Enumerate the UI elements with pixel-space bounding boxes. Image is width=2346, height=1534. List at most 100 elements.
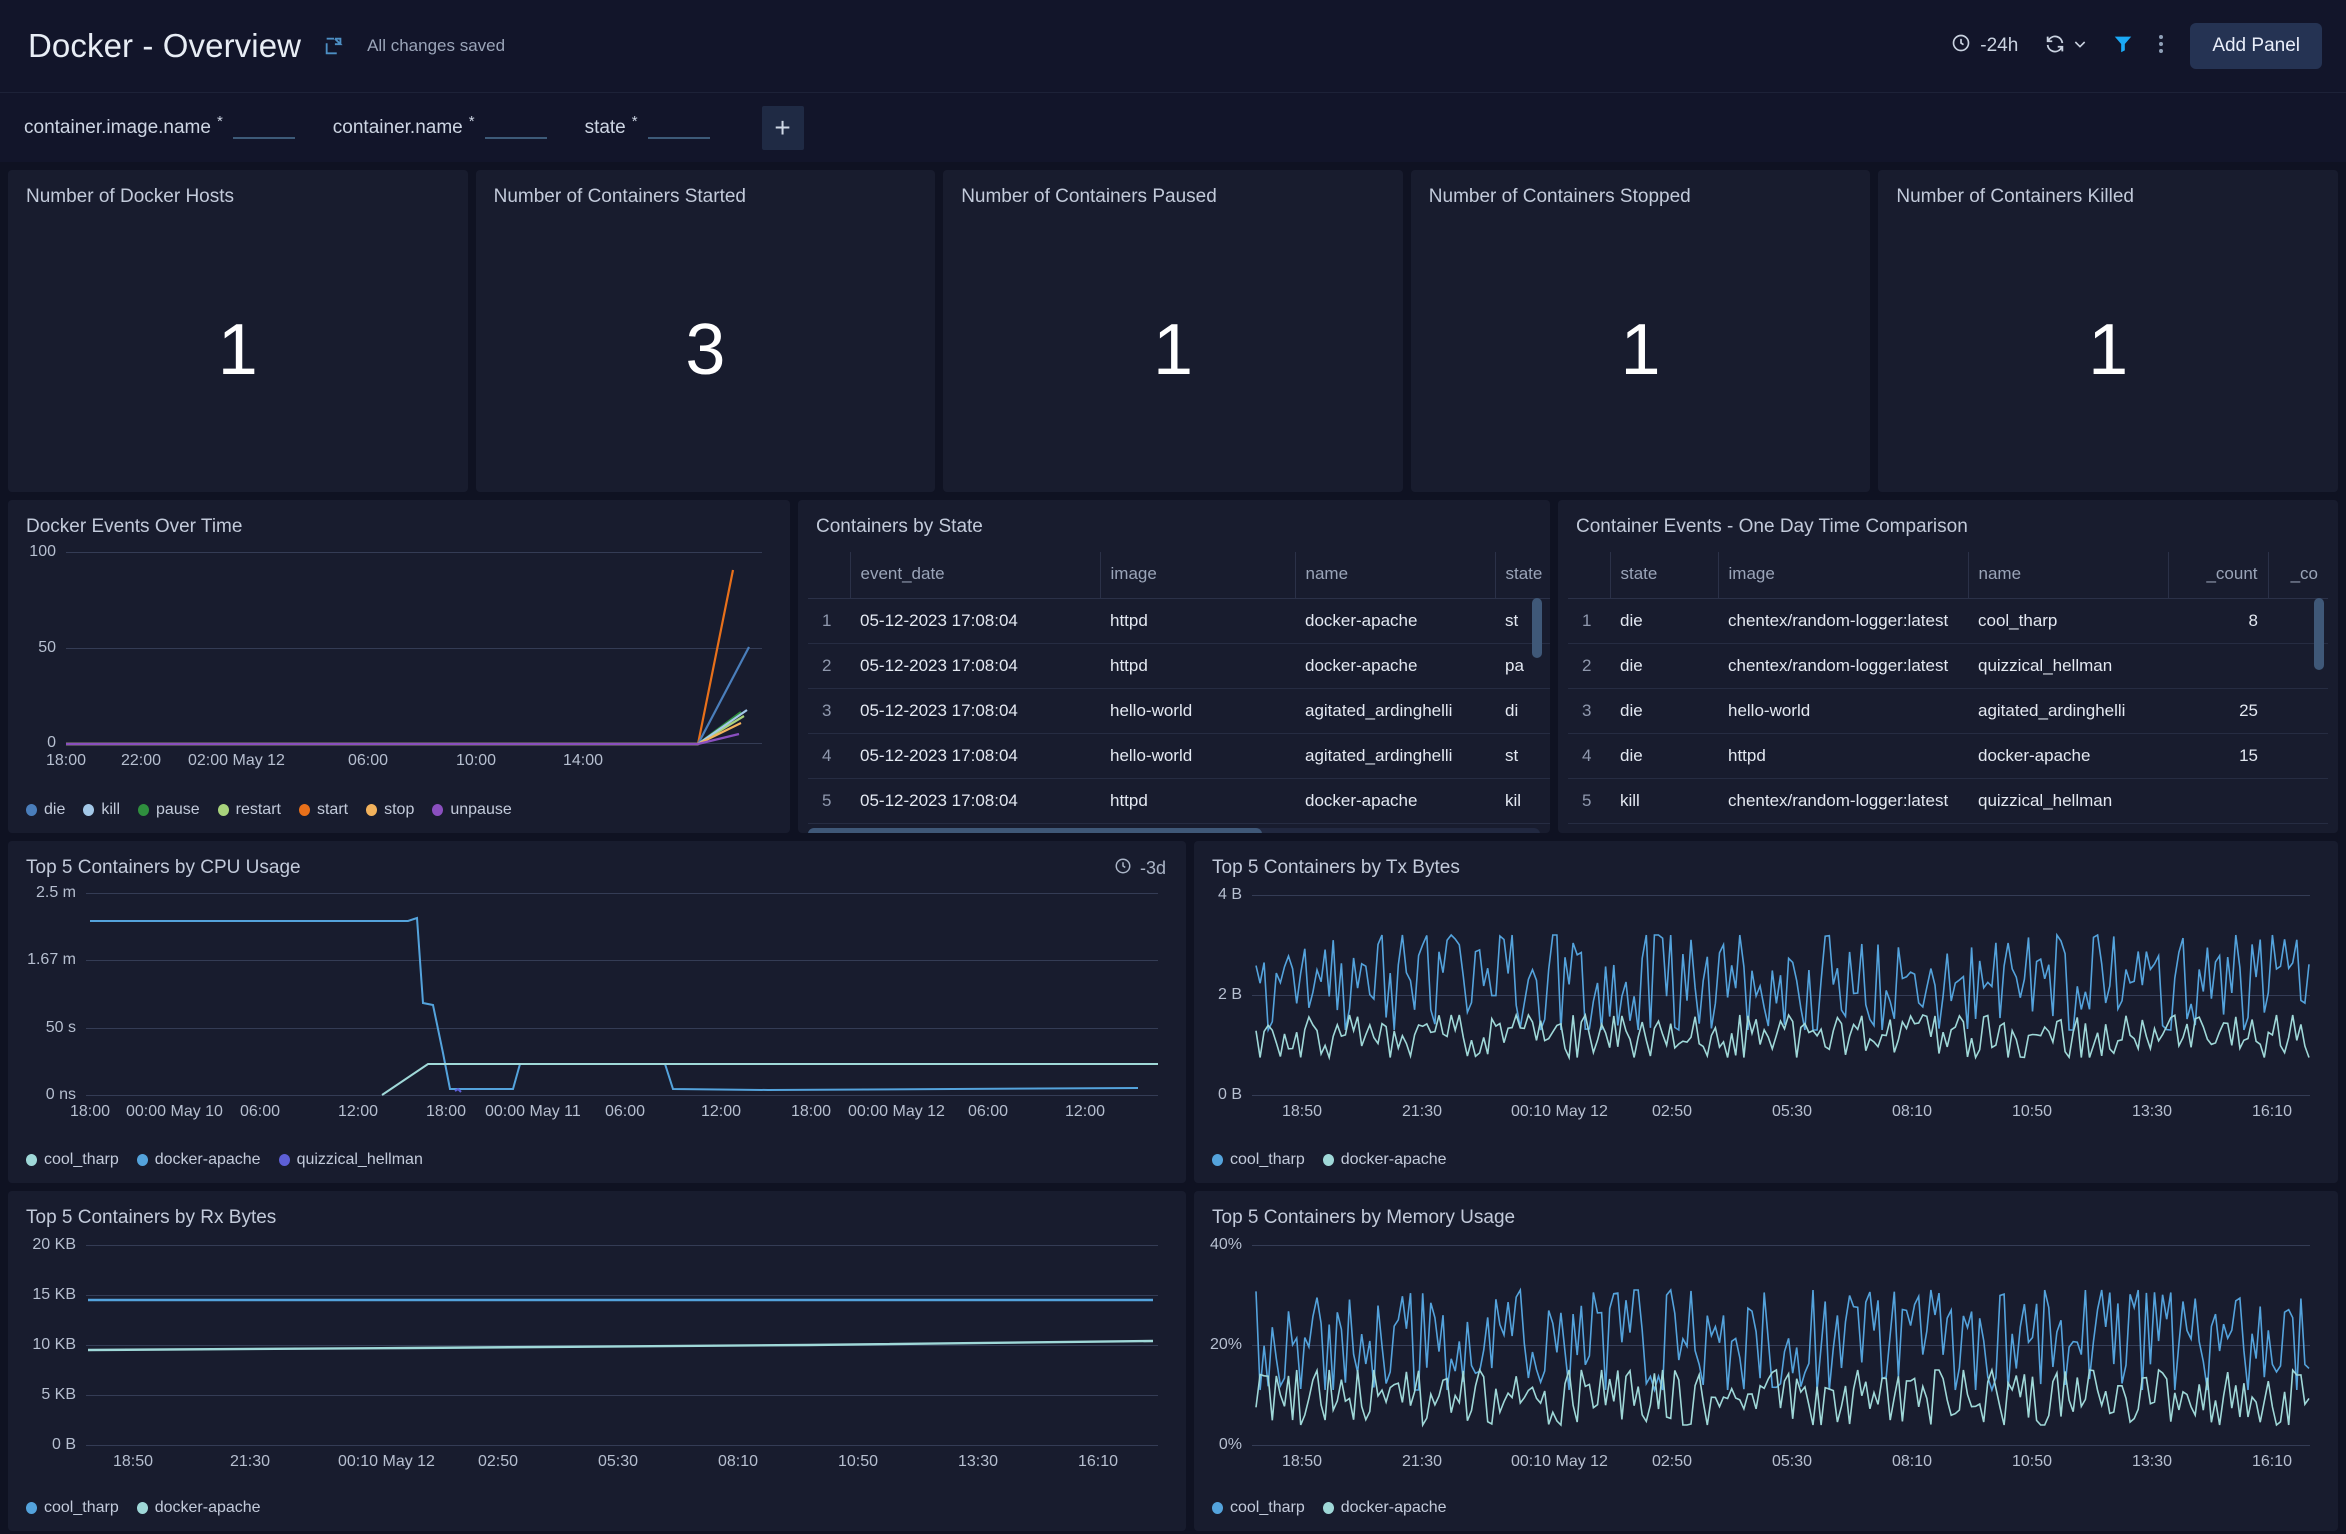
column-header-event-date[interactable]: event_date bbox=[850, 552, 1100, 599]
panel-container-events-comparison[interactable]: Container Events - One Day Time Comparis… bbox=[1558, 500, 2338, 833]
column-header-index[interactable] bbox=[808, 552, 850, 599]
table-row[interactable]: 3 die hello-world agitated_ardinghelli 2… bbox=[1568, 689, 2328, 734]
table-row[interactable]: 3 05-12-2023 17:08:04 hello-world agitat… bbox=[808, 689, 1550, 734]
legend-item-start[interactable]: start bbox=[299, 801, 348, 819]
table-row[interactable]: 4 05-12-2023 17:08:04 hello-world agitat… bbox=[808, 734, 1550, 779]
cell-image: hello-world bbox=[1718, 689, 1968, 734]
table-row[interactable]: 2 05-12-2023 17:08:04 httpd docker-apach… bbox=[808, 644, 1550, 689]
filter-label: state bbox=[585, 117, 626, 139]
legend-color-swatch bbox=[1212, 1502, 1223, 1514]
panel-tx-bytes[interactable]: Top 5 Containers by Tx Bytes 4 B 2 B 0 B… bbox=[1194, 841, 2338, 1183]
time-range-picker[interactable]: -24h bbox=[1937, 25, 2032, 67]
add-panel-button[interactable]: Add Panel bbox=[2190, 23, 2322, 69]
legend-item-die[interactable]: die bbox=[26, 801, 65, 819]
column-header-index[interactable] bbox=[1568, 552, 1610, 599]
x-axis-tick: 21:30 bbox=[1402, 1453, 1442, 1471]
legend-color-swatch bbox=[366, 804, 377, 816]
more-options-button[interactable] bbox=[2146, 25, 2176, 68]
cell-image: httpd bbox=[1718, 734, 1968, 779]
add-filter-button[interactable]: + bbox=[762, 106, 804, 150]
x-axis-tick: 00:10 May 12 bbox=[338, 1453, 435, 1471]
table-row[interactable]: 4 die httpd docker-apache 15 bbox=[1568, 734, 2328, 779]
table-row[interactable]: 5 kill chentex/random-logger:latest quiz… bbox=[1568, 779, 2328, 824]
legend-item-docker-apache[interactable]: docker-apache bbox=[137, 1499, 261, 1517]
legend-item-docker-apache[interactable]: docker-apache bbox=[137, 1151, 261, 1169]
legend-item-docker-apache[interactable]: docker-apache bbox=[1323, 1499, 1447, 1517]
column-header-name[interactable]: name bbox=[1295, 552, 1495, 599]
x-axis-tick: 12:00 bbox=[701, 1103, 741, 1121]
table-row[interactable]: 5 05-12-2023 17:08:04 httpd docker-apach… bbox=[808, 779, 1550, 824]
table-header-row: state image name _count _co bbox=[1568, 552, 2328, 599]
panel-cpu-usage[interactable]: Top 5 Containers by CPU Usage -3d 2.5 m … bbox=[8, 841, 1186, 1183]
cell-event-date: 05-12-2023 17:08:04 bbox=[850, 599, 1100, 644]
column-header-image[interactable]: image bbox=[1100, 552, 1295, 599]
cell-state: kil bbox=[1495, 779, 1550, 824]
column-header-state[interactable]: state bbox=[1610, 552, 1718, 599]
column-header-state[interactable]: state bbox=[1495, 552, 1550, 599]
share-icon[interactable] bbox=[323, 35, 345, 57]
cell-state: die bbox=[1610, 689, 1718, 734]
tx-line-series bbox=[1194, 883, 2338, 1113]
filter-button[interactable] bbox=[2100, 25, 2146, 68]
table-vertical-scrollbar[interactable] bbox=[2314, 598, 2324, 670]
metric-panel-containers-started[interactable]: Number of Containers Started 3 bbox=[476, 170, 936, 492]
legend-label: kill bbox=[101, 801, 120, 819]
filter-field-container-image-name[interactable]: container.image.name * bbox=[12, 117, 321, 139]
container-events-table[interactable]: state image name _count _co 1 die chente… bbox=[1568, 552, 2328, 833]
cell-name: docker-apache bbox=[1295, 599, 1495, 644]
cell-state: die bbox=[1610, 734, 1718, 779]
filter-field-container-name[interactable]: container.name * bbox=[321, 117, 573, 139]
x-axis-tick: 06:00 bbox=[348, 752, 388, 770]
panel-containers-by-state[interactable]: Containers by State event_date image nam… bbox=[798, 500, 1550, 833]
rx-line-series bbox=[8, 1233, 1186, 1463]
panel-docker-events-over-time[interactable]: Docker Events Over Time 100 50 0 bbox=[8, 500, 790, 833]
cell-count2 bbox=[2268, 824, 2328, 834]
legend-item-cool-tharp[interactable]: cool_tharp bbox=[1212, 1499, 1305, 1517]
x-axis-tick: 18:50 bbox=[113, 1453, 153, 1471]
table-row[interactable]: 2 die chentex/random-logger:latest quizz… bbox=[1568, 644, 2328, 689]
table-row[interactable]: 6 kill httpd docker-apache 16 bbox=[1568, 824, 2328, 834]
x-axis-tick: 00:10 May 12 bbox=[1511, 1453, 1608, 1471]
cell-image: httpd bbox=[1100, 644, 1295, 689]
legend-item-stop[interactable]: stop bbox=[366, 801, 414, 819]
chart-plot-area: 2.5 m 1.67 m 50 s 0 ns 18:00 00:00 May 1… bbox=[8, 883, 1186, 1113]
legend-item-docker-apache[interactable]: docker-apache bbox=[1323, 1151, 1447, 1169]
table-horizontal-scrollbar[interactable] bbox=[808, 828, 1540, 833]
refresh-button[interactable] bbox=[2032, 25, 2100, 68]
cell-image: chentex/random-logger:latest bbox=[1718, 644, 1968, 689]
legend-item-kill[interactable]: kill bbox=[83, 801, 120, 819]
clock-icon bbox=[1951, 33, 1971, 59]
x-axis-tick: 21:30 bbox=[230, 1453, 270, 1471]
legend-item-pause[interactable]: pause bbox=[138, 801, 200, 819]
legend-item-cool-tharp[interactable]: cool_tharp bbox=[26, 1499, 119, 1517]
column-header-name[interactable]: name bbox=[1968, 552, 2168, 599]
containers-by-state-table[interactable]: event_date image name state 1 05-12-2023… bbox=[808, 552, 1540, 833]
metric-panel-containers-killed[interactable]: Number of Containers Killed 1 bbox=[1878, 170, 2338, 492]
legend-item-cool-tharp[interactable]: cool_tharp bbox=[1212, 1151, 1305, 1169]
metric-panel-containers-paused[interactable]: Number of Containers Paused 1 bbox=[943, 170, 1403, 492]
legend-label: stop bbox=[384, 801, 414, 819]
legend-item-restart[interactable]: restart bbox=[218, 801, 281, 819]
panel-time-badge[interactable]: -3d bbox=[1114, 857, 1166, 880]
cell-count2 bbox=[2268, 779, 2328, 824]
filter-field-state[interactable]: state * bbox=[573, 117, 736, 139]
filter-icon bbox=[2112, 33, 2134, 60]
table-row[interactable]: 1 die chentex/random-logger:latest cool_… bbox=[1568, 599, 2328, 644]
filter-input[interactable] bbox=[648, 117, 710, 139]
table-row[interactable]: 1 05-12-2023 17:08:04 httpd docker-apach… bbox=[808, 599, 1550, 644]
column-header-count2[interactable]: _co bbox=[2268, 552, 2328, 599]
metric-panel-docker-hosts[interactable]: Number of Docker Hosts 1 bbox=[8, 170, 468, 492]
table-vertical-scrollbar[interactable] bbox=[1532, 598, 1542, 658]
column-header-count[interactable]: _count bbox=[2168, 552, 2268, 599]
legend-item-unpause[interactable]: unpause bbox=[432, 801, 511, 819]
filter-input[interactable] bbox=[485, 117, 547, 139]
x-axis-tick: 13:30 bbox=[2132, 1453, 2172, 1471]
filter-input[interactable] bbox=[233, 117, 295, 139]
column-header-image[interactable]: image bbox=[1718, 552, 1968, 599]
panel-rx-bytes[interactable]: Top 5 Containers by Rx Bytes 20 KB 15 KB… bbox=[8, 1191, 1186, 1531]
legend-item-cool-tharp[interactable]: cool_tharp bbox=[26, 1151, 119, 1169]
legend-item-quizzical-hellman[interactable]: quizzical_hellman bbox=[279, 1151, 423, 1169]
panel-memory-usage[interactable]: Top 5 Containers by Memory Usage 40% 20%… bbox=[1194, 1191, 2338, 1531]
metric-panel-containers-stopped[interactable]: Number of Containers Stopped 1 bbox=[1411, 170, 1871, 492]
x-axis-tick: 21:30 bbox=[1402, 1103, 1442, 1121]
